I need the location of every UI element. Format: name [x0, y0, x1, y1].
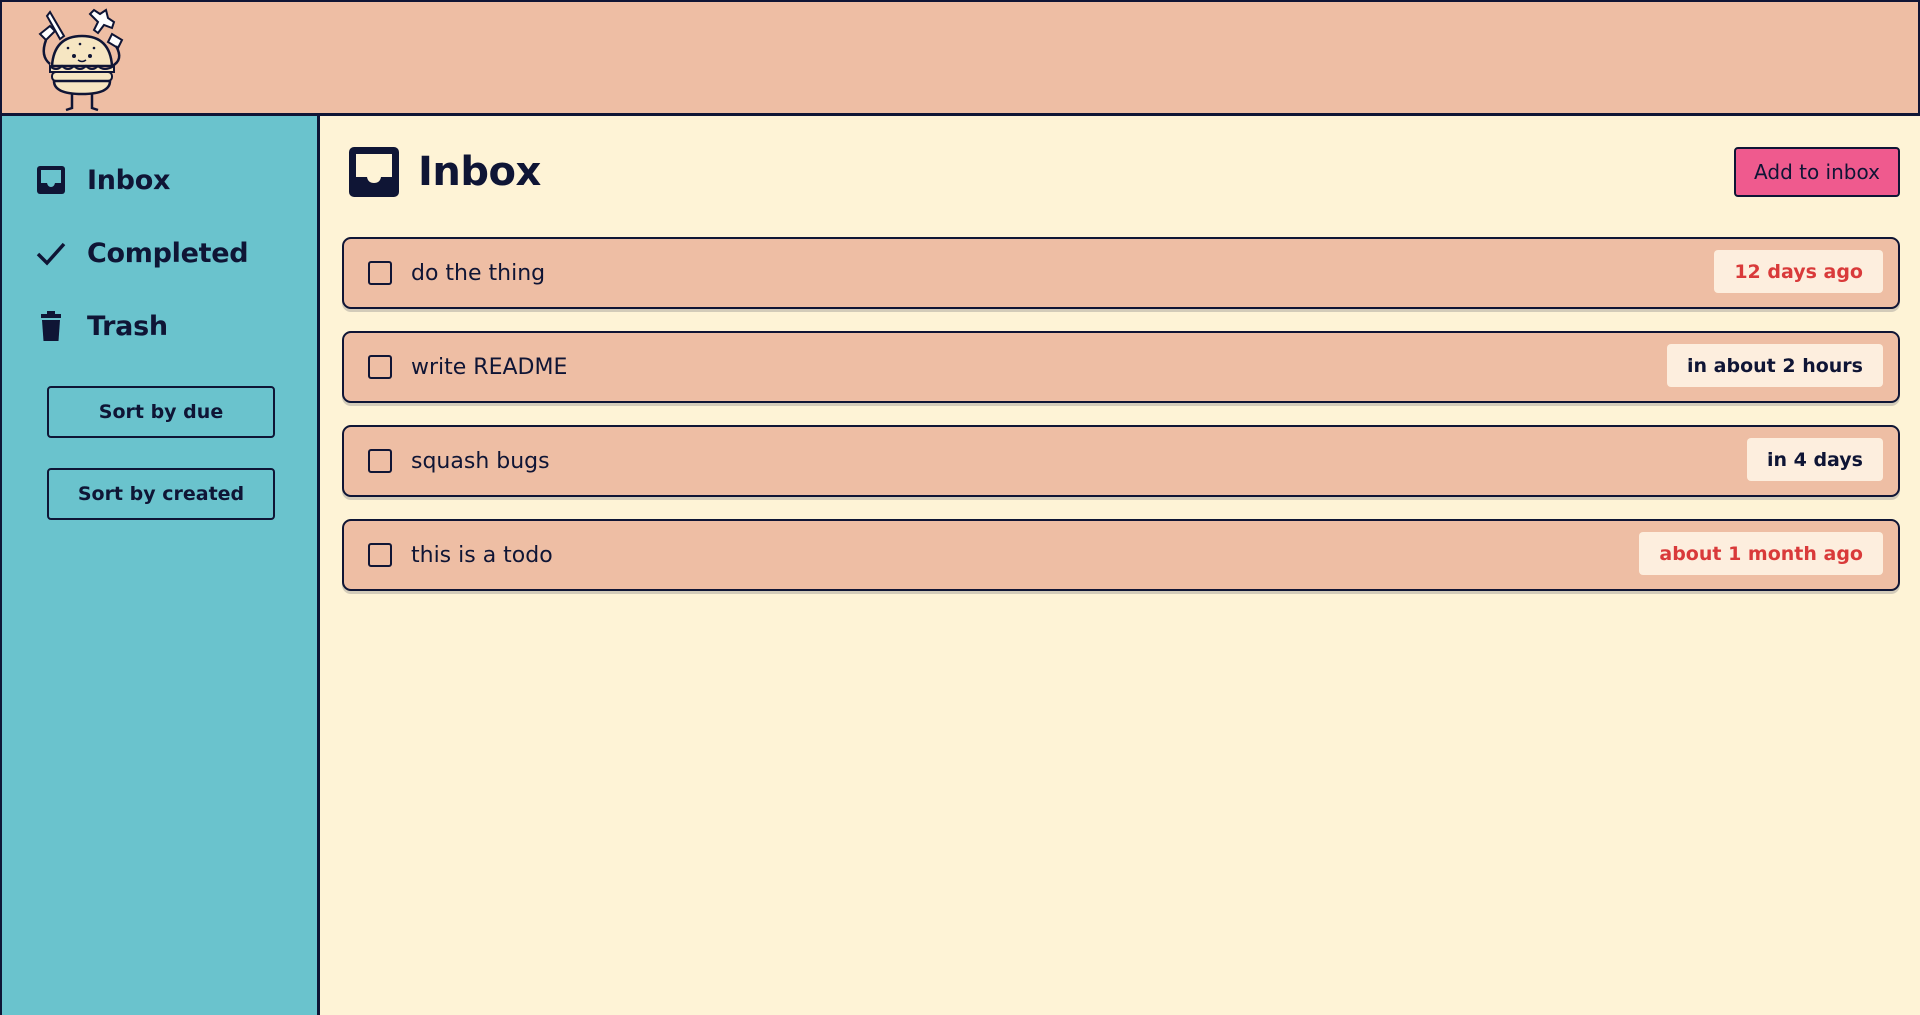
todo-text[interactable]: do the thing	[411, 261, 545, 286]
main-content: Inbox Add to inbox do the thing 12 days …	[320, 116, 1920, 1015]
add-to-inbox-button[interactable]: Add to inbox	[1734, 147, 1900, 197]
todo-checkbox[interactable]	[368, 261, 392, 285]
check-icon	[34, 236, 68, 270]
trash-icon	[34, 309, 68, 343]
due-badge: 12 days ago	[1714, 250, 1883, 293]
todo-list: do the thing 12 days ago write README in…	[342, 237, 1900, 613]
sidebar-item-label: Inbox	[87, 164, 171, 196]
todo-item: do the thing 12 days ago	[342, 237, 1900, 309]
sidebar-item-inbox[interactable]: Inbox	[34, 158, 304, 202]
page-title: Inbox	[418, 149, 541, 195]
todo-checkbox[interactable]	[368, 543, 392, 567]
app-header	[0, 0, 1920, 116]
todo-item: write README in about 2 hours	[342, 331, 1900, 403]
inbox-icon	[34, 163, 68, 197]
todo-text[interactable]: write README	[411, 355, 567, 380]
sort-by-created-button[interactable]: Sort by created	[47, 468, 275, 520]
page-header: Inbox	[348, 146, 541, 198]
todo-checkbox[interactable]	[368, 355, 392, 379]
burger-mascot-logo-icon[interactable]	[20, 6, 138, 114]
todo-text[interactable]: this is a todo	[411, 543, 553, 568]
sidebar: Inbox Completed Trash Sort by due Sort b…	[0, 116, 320, 1015]
due-badge: about 1 month ago	[1639, 532, 1883, 575]
todo-checkbox[interactable]	[368, 449, 392, 473]
sort-by-due-button[interactable]: Sort by due	[47, 386, 275, 438]
sidebar-item-label: Trash	[87, 310, 168, 342]
sidebar-item-trash[interactable]: Trash	[34, 304, 304, 348]
inbox-icon	[349, 147, 399, 197]
due-badge: in 4 days	[1746, 438, 1883, 481]
todo-item: this is a todo about 1 month ago	[342, 519, 1900, 591]
due-badge: in about 2 hours	[1667, 344, 1883, 387]
todo-text[interactable]: squash bugs	[411, 449, 550, 474]
sidebar-item-label: Completed	[87, 237, 249, 269]
todo-item: squash bugs in 4 days	[342, 425, 1900, 497]
sidebar-item-completed[interactable]: Completed	[34, 231, 304, 275]
